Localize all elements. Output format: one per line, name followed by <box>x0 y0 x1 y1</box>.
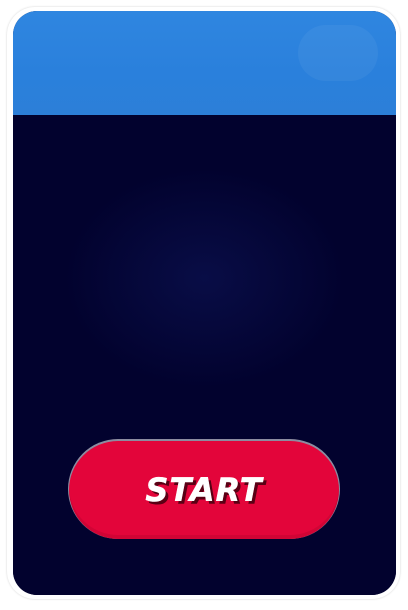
header-bar <box>13 11 396 115</box>
header-highlight <box>298 25 378 81</box>
game-card: START <box>13 11 396 595</box>
start-button[interactable]: START <box>69 441 339 539</box>
start-button-label: START <box>145 471 263 510</box>
